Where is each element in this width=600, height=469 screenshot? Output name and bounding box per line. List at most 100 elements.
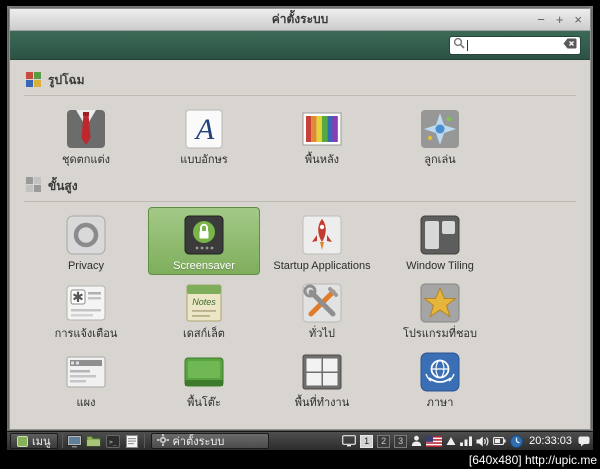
menu-button[interactable]: เมนู [10,433,58,449]
fonts-icon: A [185,109,223,149]
settings-item-label: พื้นโต๊ะ [187,396,221,409]
settings-item-label: แผง [76,396,96,409]
settings-item-panel[interactable]: แผง [30,344,142,413]
text-caret [467,39,468,51]
settings-item-desktop[interactable]: พื้นโต๊ะ [148,344,260,413]
window-title: ค่าตั้งระบบ [271,12,329,26]
display-icon[interactable] [342,435,357,447]
flag-us-icon[interactable] [426,435,443,447]
taskbar-separator [143,434,145,448]
settings-item-label: Screensaver [173,259,235,272]
titlebar[interactable]: ค่าตั้งระบบ − + × [10,9,590,31]
settings-item-backgrounds[interactable]: พื้นหลัง [266,101,378,170]
settings-item-label: Window Tiling [406,259,474,272]
file-manager-icon[interactable] [86,433,102,449]
clock-icon[interactable] [510,434,524,448]
taskbar-separator [61,434,63,448]
section-header-appearance: รูปโฉม [24,68,576,96]
section-title: รูปโฉม [48,73,85,87]
toolbar [10,31,590,60]
preferred-applications-icon [420,283,460,323]
settings-item-languages[interactable]: ภาษา [384,344,496,413]
settings-item-label: ลูกเล่น [424,154,456,166]
privacy-icon [66,215,106,255]
themes-icon [67,110,105,148]
section-title: ขั้นสูง [48,178,78,193]
system-tray: 1 2 3 20:33:03 [342,434,590,448]
network-icon[interactable] [460,436,473,446]
settings-window: ค่าตั้งระบบ − + × รูปโฉม ชุดตกแต่ง A แบบ… [9,8,591,430]
desktop: ค่าตั้งระบบ − + × รูปโฉม ชุดตกแต่ง A แบบ… [7,6,593,450]
clear-search-icon[interactable] [563,36,577,54]
settings-item-startup-applications[interactable]: Startup Applications [266,207,378,276]
settings-item-themes[interactable]: ชุดตกแต่ง [30,101,142,170]
settings-item-notifications[interactable]: ✱ การแจ้งเตือน [30,275,142,344]
settings-item-label: พื้นหลัง [304,154,340,166]
minimize-button[interactable]: − [537,13,545,26]
settings-item-label: เดสก์เล็ต [183,328,225,341]
general-icon [302,283,342,323]
taskbar-window-button[interactable]: ค่าตั้งระบบ [150,433,269,449]
appearance-grid: ชุดตกแต่ง A แบบอักษร พื้นหลัง ลูกเล่น [24,101,576,170]
volume-icon[interactable] [476,436,489,447]
settings-item-desklets[interactable]: Notes เดสก์เล็ต [148,275,260,344]
window-controls: − + × [537,9,582,30]
panel-icon [66,356,106,388]
show-desktop-icon[interactable] [67,433,83,449]
notifications-icon: ✱ [66,285,106,321]
settings-item-label: โปรแกรมที่ชอบ [402,328,477,341]
close-button[interactable]: × [574,13,582,26]
workspace-switcher-3[interactable]: 3 [394,434,408,448]
updates-icon[interactable] [446,436,456,446]
user-icon[interactable] [411,435,422,447]
settings-item-label: ชุดตกแต่ง [61,154,111,166]
settings-item-workspaces[interactable]: พื้นที่ทำงาน [266,344,378,413]
appearance-section-icon [26,71,41,90]
settings-content: รูปโฉม ชุดตกแต่ง A แบบอักษร พื้นหลัง ลูก… [10,60,590,429]
svg-text:A: A [194,113,215,146]
settings-item-window-tiling[interactable]: Window Tiling [384,207,496,276]
settings-item-privacy[interactable]: Privacy [30,207,142,276]
settings-item-general[interactable]: ทั่วไป [266,275,378,344]
search-icon [453,36,465,54]
advanced-section-icon [26,177,41,195]
search-box[interactable] [449,35,581,55]
workspaces-icon [302,354,342,390]
settings-item-label: การแจ้งเตือน [54,328,118,341]
settings-item-fonts[interactable]: A แบบอักษร [148,101,260,170]
menu-button-label: เมนู [32,436,51,448]
notifications-tray-icon[interactable] [578,436,590,447]
svg-text:>_: >_ [109,438,117,446]
watermark-text: [640x480] http://upic.me [468,453,597,467]
section-header-advanced: ขั้นสูง [24,174,576,202]
settings-item-effects[interactable]: ลูกเล่น [384,101,496,170]
settings-item-label: Startup Applications [273,259,371,272]
desktop-icon [184,357,224,387]
screensaver-icon [184,215,224,255]
settings-gear-icon [156,434,169,448]
backgrounds-icon [302,112,342,146]
terminal-icon[interactable]: >_ [105,433,121,449]
workspace-switcher-1[interactable]: 1 [360,434,374,448]
settings-item-screensaver[interactable]: Screensaver [148,206,260,276]
text-editor-icon[interactable] [124,433,140,449]
startup-applications-icon [302,215,342,255]
maximize-button[interactable]: + [556,13,564,26]
workspace-switcher-2[interactable]: 2 [377,434,391,448]
taskbar-window-label: ค่าตั้งระบบ [172,436,225,448]
settings-item-label: พื้นที่ทำงาน [294,396,350,409]
taskbar: เมนู >_ ค่าตั้งระบบ 1 2 3 20:33:03 [7,431,593,450]
settings-item-label: ทั่วไป [309,328,335,341]
mint-logo-icon [17,435,28,447]
desklets-icon: Notes [186,284,222,322]
window-tiling-icon [420,215,460,255]
battery-icon[interactable] [493,437,506,445]
settings-item-preferred-applications[interactable]: โปรแกรมที่ชอบ [384,275,496,344]
languages-icon [420,352,460,392]
clock-time[interactable]: 20:33:03 [527,435,574,447]
search-input[interactable] [470,39,561,51]
effects-icon [421,110,459,148]
svg-text:✱: ✱ [72,289,84,305]
settings-item-label: แบบอักษร [180,154,228,166]
svg-text:Notes: Notes [192,297,216,307]
